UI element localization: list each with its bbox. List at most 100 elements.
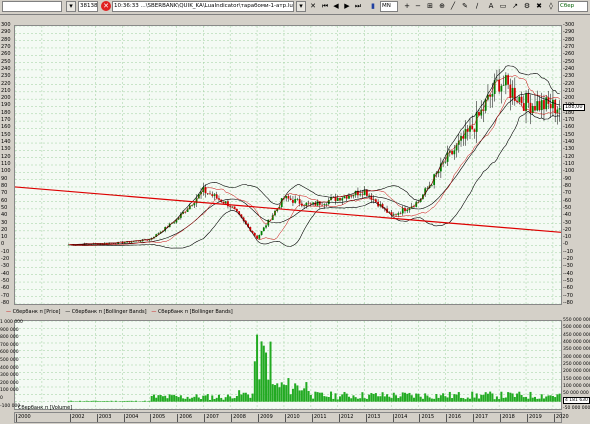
- volume-field[interactable]: 38138: [78, 1, 98, 12]
- volume-y-tick-label: -100 000: [0, 403, 21, 409]
- candle-body: [258, 234, 261, 239]
- zoom-in-icon[interactable]: +: [402, 1, 412, 12]
- volume-bar: [388, 396, 391, 402]
- volume-bar: [226, 394, 229, 402]
- dropdown-button[interactable]: ▾: [296, 1, 306, 12]
- y-tick-label: -80: [1, 300, 10, 306]
- volume-bar: [321, 392, 324, 402]
- volume-bar: [442, 393, 445, 402]
- volume-y-tick-label: 700 000: [0, 342, 19, 348]
- line-tool-icon[interactable]: ╱: [448, 1, 458, 12]
- volume-bar: [155, 397, 158, 402]
- volume-bar: [462, 398, 465, 402]
- volume-bar: [213, 399, 216, 402]
- volume-bar: [334, 393, 337, 402]
- volume-bar: [150, 395, 153, 402]
- prev-icon[interactable]: ◀: [331, 1, 341, 12]
- volume-y-tick-label: 200 000 000: [563, 369, 590, 375]
- volume-bar: [486, 393, 489, 402]
- candle-body: [287, 196, 290, 199]
- volume-y-tick-label: 400 000: [0, 365, 19, 371]
- volume-y-tick-label: 900 000: [0, 327, 19, 333]
- settings-icon[interactable]: ⚙: [522, 1, 532, 12]
- volume-y-tick-label: 500 000: [0, 358, 19, 363]
- y-tick-label: -180: [563, 109, 575, 116]
- candle-body: [363, 189, 366, 196]
- instrument-field[interactable]: [2, 1, 62, 12]
- y-tick-label: --10: [563, 248, 573, 255]
- candle-body: [520, 96, 523, 104]
- arrow-icon[interactable]: ↗: [510, 1, 520, 12]
- volume-bar: [437, 397, 440, 402]
- candle-body: [556, 109, 559, 113]
- price-chart-panel[interactable]: [14, 25, 562, 305]
- dropdown-button[interactable]: ▾: [66, 1, 76, 12]
- volume-bar: [166, 398, 169, 402]
- volume-bar: [325, 396, 328, 402]
- volume-bar: [271, 384, 274, 402]
- volume-bar: [298, 390, 301, 402]
- cross-icon[interactable]: ✕: [308, 1, 318, 12]
- x-tick-label: 2011: [311, 414, 327, 422]
- volume-bar: [179, 395, 182, 402]
- next-icon[interactable]: ▶: [342, 1, 352, 12]
- interval-select[interactable]: MN: [380, 1, 398, 12]
- y-tick-label: 20: [1, 226, 8, 233]
- properties-icon[interactable]: ◊: [546, 1, 556, 12]
- volume-bar: [392, 392, 395, 402]
- x-axis: 2000 2002 2003 2004 2005 2006 2007 2008 2009 2010…: [14, 412, 569, 423]
- volume-bar: [330, 391, 333, 402]
- volume-y-tick-label: 500 000 000: [563, 325, 590, 331]
- y-tick-label: -100: [563, 168, 575, 175]
- volume-bar: [173, 394, 176, 402]
- volume-bar: [235, 396, 238, 402]
- volume-bar: [99, 401, 102, 402]
- candle-body: [525, 93, 527, 111]
- volume-bar: [197, 397, 200, 402]
- volume-y-tick-label: 250 000 000: [563, 362, 590, 367]
- crosshair-icon[interactable]: ⊕: [437, 1, 447, 12]
- pencil-icon[interactable]: ✎: [460, 1, 470, 12]
- text-tool-icon[interactable]: A: [486, 1, 496, 12]
- legend-bb2-marker: —: [151, 309, 157, 315]
- y-tick-label: -230: [563, 73, 575, 80]
- time-indicator-field[interactable]: 10:36:33 ...\SBERBANK\QUIK_KA\LuaIndicat…: [112, 1, 294, 12]
- fit-icon[interactable]: ⊞: [425, 1, 435, 12]
- y-tick-label: -220: [563, 80, 575, 87]
- y-tick-label: 140: [1, 139, 11, 146]
- delete-icon[interactable]: ✖: [534, 1, 544, 12]
- x-tick-label: 2002: [69, 414, 85, 422]
- volume-bar: [500, 391, 503, 402]
- channel-icon[interactable]: ∕: [472, 1, 482, 12]
- volume-bar: [356, 398, 359, 402]
- y-tick-label: 120: [1, 153, 11, 160]
- volume-bar: [300, 390, 303, 402]
- last-icon[interactable]: ⏭: [353, 1, 363, 12]
- volume-y-tick-label: 350 000 000: [563, 347, 590, 353]
- x-tick-label: 2010: [284, 414, 300, 422]
- volume-bar: [401, 392, 404, 402]
- y-tick-label: 10: [1, 234, 8, 241]
- volume-bar: [168, 394, 171, 402]
- volume-bar: [395, 395, 398, 402]
- volume-bar: [556, 394, 559, 402]
- y-tick-label: -70: [1, 292, 10, 299]
- zoom-out-icon[interactable]: −: [413, 1, 423, 12]
- bar-chart-icon[interactable]: ▮: [368, 1, 378, 12]
- first-icon[interactable]: ⏮: [320, 1, 330, 12]
- volume-chart-panel[interactable]: [14, 320, 562, 410]
- close-icon[interactable]: ✕: [101, 1, 111, 11]
- volume-bar: [480, 394, 483, 402]
- y-tick-label: 200: [1, 95, 11, 102]
- volume-bar: [247, 394, 250, 402]
- shapes-icon[interactable]: ▭: [498, 1, 508, 12]
- sell-button[interactable]: Сбер: [558, 1, 588, 12]
- volume-bar: [377, 396, 380, 402]
- candle-body: [146, 240, 149, 241]
- volume-bar: [135, 400, 138, 402]
- candle-body: [482, 109, 485, 111]
- volume-bar: [545, 396, 548, 402]
- candle-body: [294, 199, 297, 203]
- volume-bar: [294, 383, 297, 402]
- volume-y-tick-label: 0: [0, 396, 3, 401]
